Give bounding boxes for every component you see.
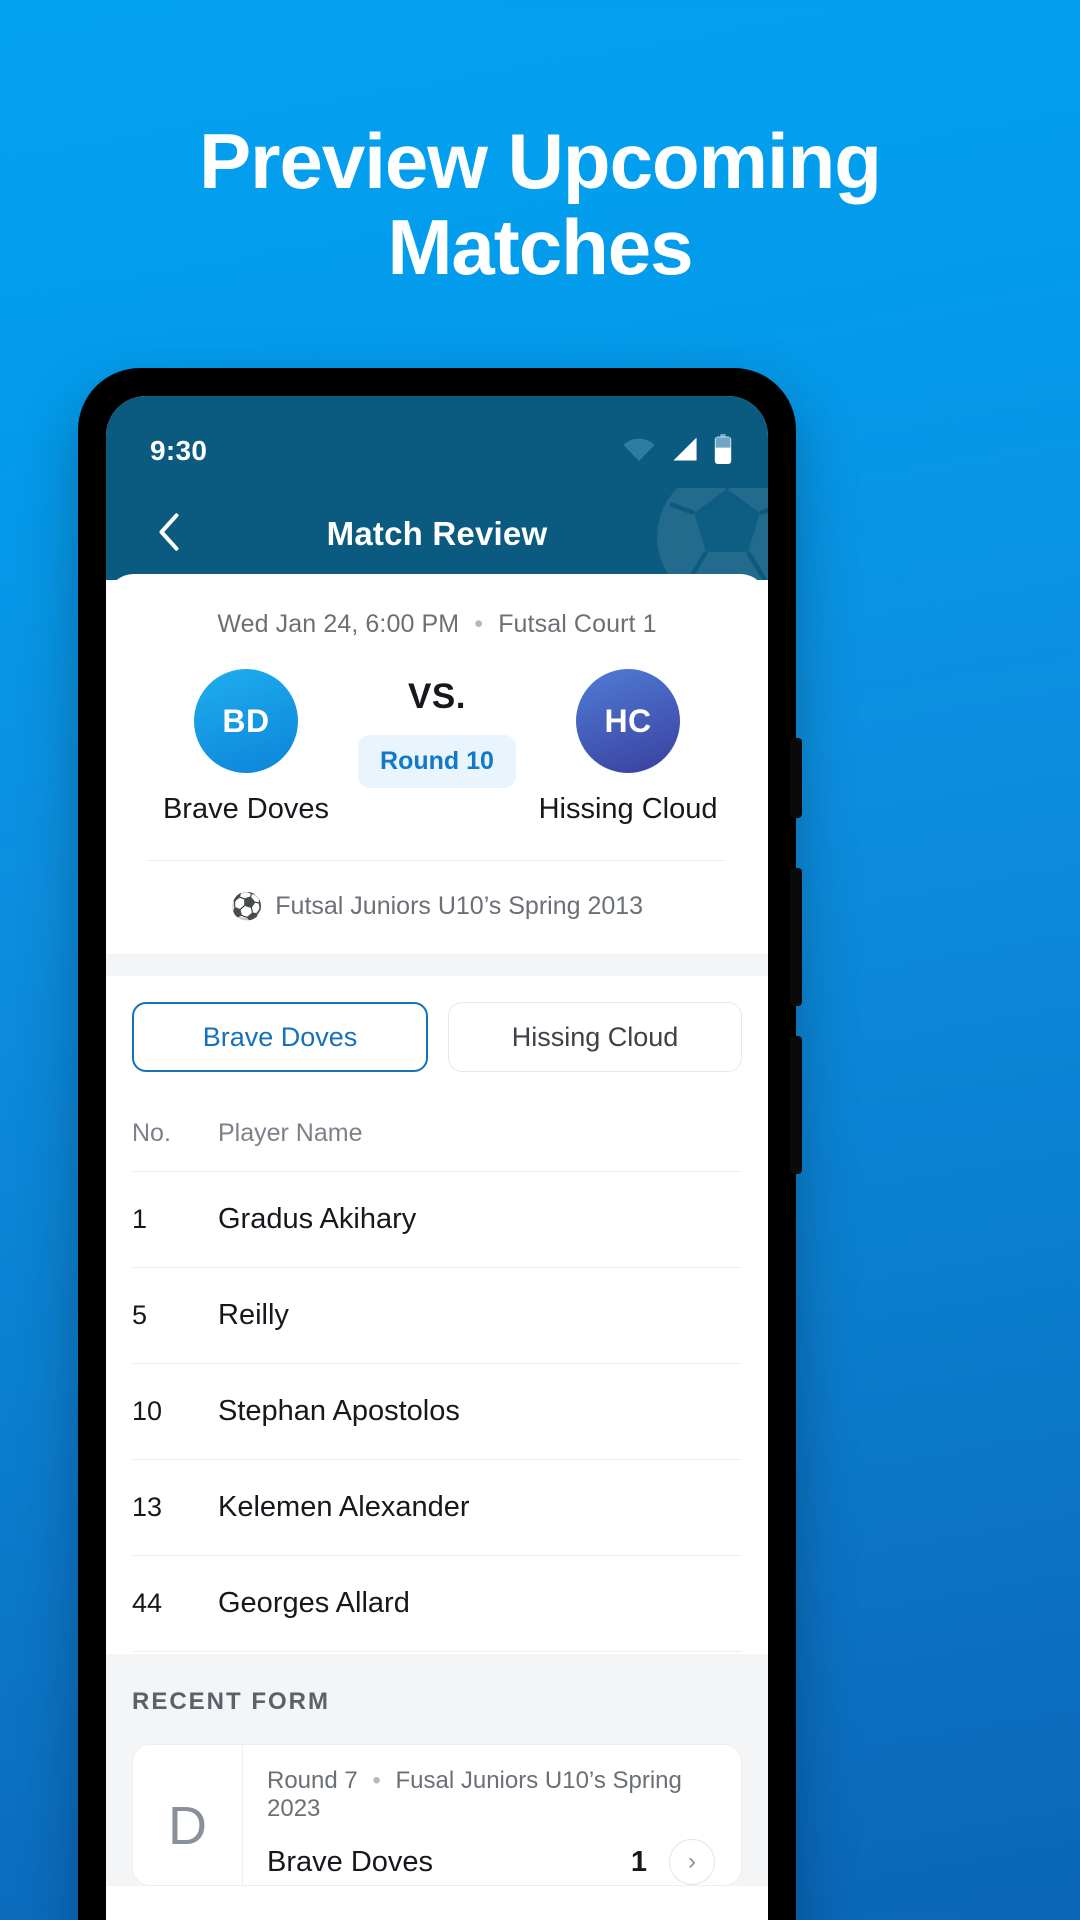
form-meta: Round 7 • Fusal Juniors U10’s Spring 202… xyxy=(267,1767,721,1823)
table-row[interactable]: 13 Kelemen Alexander xyxy=(132,1460,742,1556)
player-name: Stephan Apostolos xyxy=(218,1395,460,1427)
player-name: Georges Allard xyxy=(218,1587,410,1619)
phone-mute-switch xyxy=(790,738,802,818)
table-row[interactable]: 44 Georges Allard xyxy=(132,1556,742,1652)
match-venue: Futsal Court 1 xyxy=(498,610,657,638)
column-header-player-name: Player Name xyxy=(218,1119,363,1147)
player-number: 13 xyxy=(132,1492,163,1522)
form-team-line: Brave Doves 1 › xyxy=(267,1839,721,1885)
team-tabs: Brave Doves Hissing Cloud xyxy=(106,976,768,1072)
tab-hissing-cloud[interactable]: Hissing Cloud xyxy=(448,1002,742,1072)
player-name: Kelemen Alexander xyxy=(218,1491,470,1523)
versus-row: BD Brave Doves VS. Round 10 HC Hissing C… xyxy=(134,669,740,826)
match-meta: Wed Jan 24, 6:00 PM • Futsal Court 1 xyxy=(134,610,740,639)
player-number: 1 xyxy=(132,1204,148,1234)
recent-form-title: RECENT FORM xyxy=(132,1688,330,1715)
form-team-name: Brave Doves xyxy=(267,1845,434,1878)
versus-label: VS. xyxy=(408,677,466,716)
phone-volume-down-button xyxy=(790,1036,802,1174)
soccer-ball-watermark-icon xyxy=(652,488,768,580)
status-bar-clock: 9:30 xyxy=(150,435,208,466)
phone-volume-up-button xyxy=(790,868,802,1006)
chevron-right-icon[interactable]: › xyxy=(669,1839,715,1885)
roster-table: No. Player Name 1 Gradus Akihary 5 Reill… xyxy=(106,1096,768,1652)
player-name: Reilly xyxy=(218,1299,289,1331)
battery-icon xyxy=(714,433,732,469)
cellular-signal-icon xyxy=(670,436,700,467)
home-team-name: Brave Doves xyxy=(162,793,329,825)
home-team-block[interactable]: BD Brave Doves xyxy=(148,669,344,826)
match-summary-card: Wed Jan 24, 6:00 PM • Futsal Court 1 BD … xyxy=(106,574,768,954)
promo-headline: Preview Upcoming Matches xyxy=(199,117,882,291)
recent-form-card[interactable]: D Round 7 • Fusal Juniors U10’s Spring 2… xyxy=(132,1744,742,1886)
back-button[interactable] xyxy=(146,511,192,557)
meta-separator: • xyxy=(474,610,484,638)
phone-mockup: 9:30 Match Review Wed Jan 24, 6:00 PM • … xyxy=(78,368,802,1920)
home-team-avatar: BD xyxy=(193,669,298,773)
away-team-name: Hissing Cloud xyxy=(538,793,718,825)
form-team-score: 1 xyxy=(630,1845,647,1878)
away-team-avatar: HC xyxy=(576,669,681,773)
wifi-icon xyxy=(622,436,656,467)
away-team-block[interactable]: HC Hissing Cloud xyxy=(530,669,726,826)
match-datetime: Wed Jan 24, 6:00 PM xyxy=(217,610,460,638)
soccer-ball-icon: ⚽ xyxy=(230,891,264,921)
player-number: 44 xyxy=(132,1588,163,1618)
player-number: 5 xyxy=(132,1300,148,1330)
table-row[interactable]: 10 Stephan Apostolos xyxy=(132,1364,742,1460)
column-header-no: No. xyxy=(132,1119,171,1147)
player-name: Gradus Akihary xyxy=(218,1203,417,1235)
form-result-grade: D xyxy=(133,1745,243,1885)
app-bar: Match Review xyxy=(106,488,768,580)
form-card-body: Round 7 • Fusal Juniors U10’s Spring 202… xyxy=(243,1745,741,1885)
table-header-row: No. Player Name xyxy=(132,1096,742,1172)
form-separator: • xyxy=(372,1767,381,1794)
section-gap xyxy=(106,954,768,976)
league-name: Futsal Juniors U10’s Spring 2013 xyxy=(275,892,644,920)
status-bar-icons xyxy=(622,433,732,469)
tab-brave-doves[interactable]: Brave Doves xyxy=(132,1002,428,1072)
player-number: 10 xyxy=(132,1396,163,1426)
versus-center: VS. Round 10 xyxy=(344,669,530,788)
phone-screen: 9:30 Match Review Wed Jan 24, 6:00 PM • … xyxy=(106,396,768,1920)
recent-form-section: RECENT FORM D Round 7 • Fusal Juniors U1… xyxy=(106,1654,768,1886)
league-row[interactable]: ⚽ Futsal Juniors U10’s Spring 2013 xyxy=(134,861,740,954)
chevron-left-icon xyxy=(156,512,182,557)
status-bar: 9:30 xyxy=(106,396,768,488)
form-round: Round 7 xyxy=(267,1767,358,1794)
round-badge: Round 10 xyxy=(358,735,516,788)
table-row[interactable]: 1 Gradus Akihary xyxy=(132,1172,742,1268)
table-row[interactable]: 5 Reilly xyxy=(132,1268,742,1364)
